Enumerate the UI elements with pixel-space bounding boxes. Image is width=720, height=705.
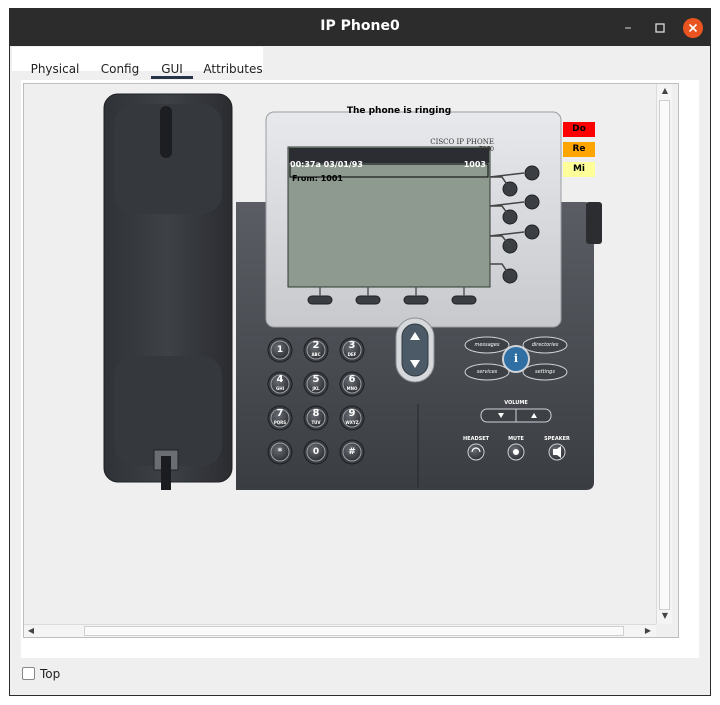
headset-label: HEADSET [462,436,490,442]
keypad-letters: DEF [347,352,357,357]
close-button[interactable] [683,18,703,38]
keypad-key-8[interactable]: 8 TUV [306,408,326,428]
close-icon [688,23,698,33]
directories-button[interactable]: directories [528,342,562,348]
keypad-digit: * [277,447,283,457]
keypad-digit: # [348,447,356,457]
keypad-key-6[interactable]: 6 MNO [342,374,362,394]
vertical-scroll-thumb[interactable] [659,100,670,610]
keypad-digit: 0 [312,447,320,457]
ringing-status: The phone is ringing [346,106,452,116]
horizontal-scroll-thumb[interactable] [84,626,624,636]
top-checkbox[interactable] [22,667,35,680]
keypad-digit: 1 [276,345,284,355]
indicator-re[interactable]: Re [563,142,595,157]
top-label: Top [40,667,61,681]
settings-button[interactable]: settings [528,369,562,375]
mute-label: MUTE [508,436,524,442]
indicator-mi[interactable]: Mi [563,162,595,177]
minimize-button[interactable]: – [618,18,638,38]
model-label: 7960 [478,146,494,153]
keypad-key-1[interactable]: 1 [270,340,290,360]
services-button[interactable]: services [470,369,504,375]
title-bar[interactable]: IP Phone0 – [10,9,710,46]
keypad-letters: MNO [346,386,358,391]
indicator-do[interactable]: Do [563,122,595,137]
active-tab-indicator [151,76,193,79]
keypad-key-3[interactable]: 3 DEF [342,340,362,360]
maximize-button[interactable] [650,18,670,38]
scroll-right-arrow[interactable]: ▶ [642,625,654,637]
keypad-key-star[interactable]: * [270,442,290,462]
screen-extension: 1003 [463,160,486,169]
keypad-letters: PQRS [273,420,287,425]
keypad-digit: 2 [312,340,320,351]
keypad-key-9[interactable]: 9 WXYZ [342,408,362,428]
keypad-digit: 6 [348,374,356,385]
keypad-digit: 4 [276,374,284,385]
speaker-label: SPEAKER [544,436,570,442]
keypad-digit: 5 [312,374,320,385]
messages-button[interactable]: messages [470,342,504,348]
horizontal-scrollbar[interactable]: ◀ ▶ [24,624,656,637]
keypad-digit: 7 [276,408,284,419]
cisco-brand-label: CISCO IP PHONE [430,138,494,146]
keypad-letters: JKL [312,386,320,391]
keypad-digit: 3 [348,340,356,351]
keypad-letters: ABC [311,352,321,357]
info-button[interactable]: i [509,352,523,365]
vertical-scrollbar[interactable]: ▲ ▼ [656,84,672,624]
keypad-key-5[interactable]: 5 JKL [306,374,326,394]
scroll-left-arrow[interactable]: ◀ [25,625,37,637]
keypad-key-7[interactable]: 7 PQRS [270,408,290,428]
maximize-icon [655,23,665,33]
scroll-up-arrow[interactable]: ▲ [659,85,671,97]
keypad-letters: WXYZ [345,420,359,425]
tab-attributes[interactable]: Attributes [200,57,266,81]
screen-time-date: 00:37a 03/01/93 [290,160,363,169]
keypad-digit: 9 [348,408,356,419]
keypad-letters: GHI [275,386,285,391]
phone-gui-viewport: The phone is ringing CISCO IP PHONE 7960… [23,83,679,638]
keypad-key-2[interactable]: 2 ABC [306,340,326,360]
screen-caller-line: From: 1001 [292,174,343,183]
scroll-down-arrow[interactable]: ▼ [659,610,671,622]
keypad-key-hash[interactable]: # [342,442,362,462]
window-title: IP Phone0 [320,18,400,34]
tab-physical[interactable]: Physical [22,57,88,81]
keypad-key-4[interactable]: 4 GHI [270,374,290,394]
keypad-digit: 8 [312,408,320,419]
tab-config[interactable]: Config [93,57,147,81]
volume-label: VOLUME [504,400,528,406]
keypad-letters: TUV [311,420,321,425]
keypad-key-0[interactable]: 0 [306,442,326,462]
